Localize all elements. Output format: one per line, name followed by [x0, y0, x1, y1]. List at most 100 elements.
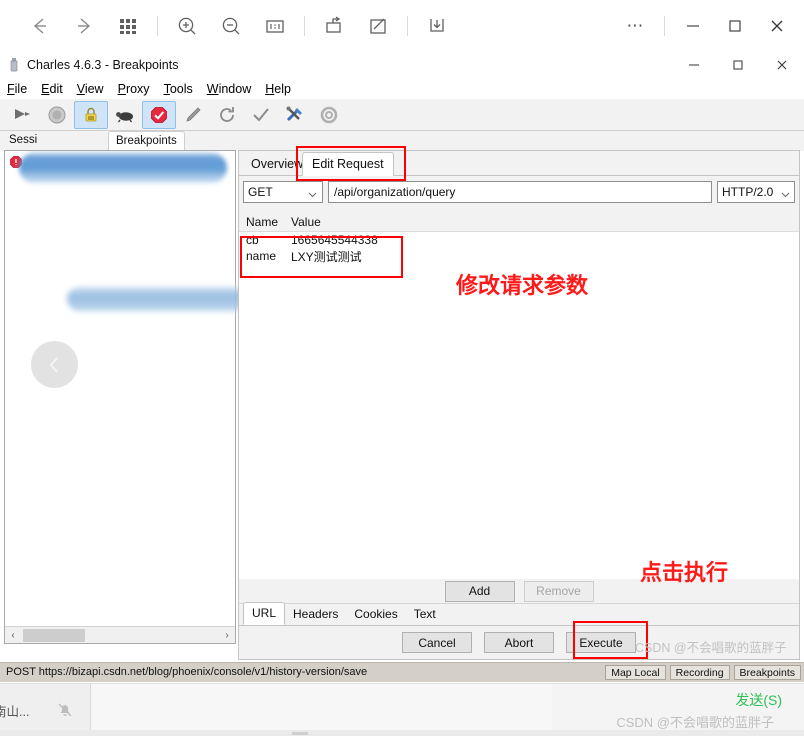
execute-button[interactable]: Execute	[566, 632, 636, 653]
menu-help[interactable]: Help	[265, 82, 291, 96]
zoom-out-icon[interactable]	[209, 8, 253, 44]
app-root: ⋯ Charles 4.6.3 - Breakpoints File Edit …	[0, 0, 804, 736]
tab-cookies[interactable]: Cookies	[346, 604, 405, 625]
forward-arrow-icon[interactable]	[62, 8, 106, 44]
breakpoint-stop-icon[interactable]	[142, 100, 176, 129]
abort-button[interactable]: Abort	[484, 632, 554, 653]
edit-icon[interactable]	[356, 8, 400, 44]
host-toolbar: ⋯	[0, 0, 804, 52]
record-icon[interactable]	[40, 101, 74, 129]
column-header-name: Name	[246, 215, 279, 229]
redacted-session-url	[19, 153, 227, 183]
menu-file-mnemonic: F	[7, 81, 15, 96]
url-input[interactable]: /api/organization/query	[328, 181, 712, 203]
grid-view-icon[interactable]	[106, 8, 150, 44]
menu-window-label: indow	[218, 81, 252, 96]
repeat-icon[interactable]	[210, 101, 244, 129]
menu-window[interactable]: Window	[207, 82, 251, 96]
host-bottom-right: 发送(S) CSDN @不会唱歌的蓝胖子	[552, 684, 804, 736]
http-version-select[interactable]: HTTP/2.0	[717, 181, 795, 203]
charles-bottle-icon	[7, 57, 21, 72]
menu-help-label: elp	[274, 81, 291, 96]
tools-icon[interactable]	[278, 101, 312, 129]
send-button[interactable]: 发送(S)	[735, 690, 782, 710]
host-toolbar-tools	[0, 8, 459, 44]
toolbar-divider-3	[407, 16, 408, 36]
table-row[interactable]: name LXY测试测试	[239, 248, 799, 264]
scroll-right-arrow[interactable]: ›	[219, 630, 235, 641]
watermark-top: CSDN @不会唱歌的蓝胖子	[635, 641, 787, 655]
menu-tools-label: ools	[169, 81, 193, 96]
host-bottom-app[interactable]: 南山...	[0, 684, 91, 736]
taskbar-indicator	[292, 732, 308, 735]
charles-close-button[interactable]	[760, 52, 804, 77]
host-maximize-button[interactable]	[714, 8, 756, 44]
tab-edit-request[interactable]: Edit Request	[302, 152, 394, 176]
list-item[interactable]	[5, 151, 235, 183]
cancel-button[interactable]: Cancel	[402, 632, 472, 653]
tab-text[interactable]: Text	[406, 604, 444, 625]
scrollbar-thumb[interactable]	[23, 628, 85, 642]
ssl-proxying-icon[interactable]	[74, 100, 108, 129]
zoom-in-icon[interactable]	[165, 8, 209, 44]
cell-value: 1665645544338	[291, 233, 378, 247]
status-breakpoints-button[interactable]: Breakpoints	[733, 665, 801, 680]
status-recording-button[interactable]: Recording	[669, 665, 730, 680]
bell-muted-icon[interactable]	[56, 701, 74, 719]
charles-window-controls	[672, 52, 804, 77]
tab-session[interactable]: Sessi	[4, 131, 42, 149]
detail-tabstrip: Overview Edit Request	[239, 151, 799, 176]
menu-proxy[interactable]: Proxy	[118, 82, 150, 96]
menubar: File Edit View Proxy Tools Window Help	[0, 79, 804, 98]
collapse-left-chevron-icon[interactable]	[31, 341, 78, 388]
fit-width-icon[interactable]	[253, 8, 297, 44]
throttle-turtle-icon[interactable]	[108, 101, 142, 129]
tab-headers[interactable]: Headers	[285, 604, 346, 625]
request-url-bar: GET /api/organization/query HTTP/2.0	[239, 176, 799, 208]
add-button[interactable]: Add	[444, 580, 515, 602]
breakpoints-list[interactable]	[5, 151, 235, 625]
method-select[interactable]: GET	[243, 181, 323, 203]
scroll-left-arrow[interactable]: ‹	[5, 630, 21, 641]
download-icon[interactable]	[415, 8, 459, 44]
host-app-name: 南山...	[0, 704, 30, 719]
scrollbar-track[interactable]	[21, 628, 219, 643]
menu-edit[interactable]: Edit	[41, 82, 63, 96]
host-minimize-button[interactable]	[672, 8, 714, 44]
toolbar-divider-2	[304, 16, 305, 36]
menu-tools[interactable]: Tools	[164, 82, 193, 96]
menu-file[interactable]: File	[7, 82, 27, 96]
tab-overview[interactable]: Overview	[245, 154, 309, 174]
list-horizontal-scrollbar[interactable]: ‹ ›	[5, 626, 235, 643]
host-taskbar-strip	[0, 730, 804, 736]
menu-window-mnemonic: W	[206, 81, 219, 96]
back-arrow-icon[interactable]	[18, 8, 62, 44]
menu-view[interactable]: View	[77, 82, 104, 96]
request-part-tabstrip: URL Headers Cookies Text	[239, 602, 799, 626]
validate-icon[interactable]	[244, 101, 278, 129]
new-window-icon[interactable]	[312, 8, 356, 44]
url-input-value: /api/organization/query	[334, 185, 456, 199]
charles-maximize-button[interactable]	[716, 52, 760, 77]
charles-window-title: Charles 4.6.3 - Breakpoints	[27, 57, 179, 72]
clear-session-icon[interactable]	[6, 101, 40, 129]
breakpoints-list-panel: ‹ ›	[4, 150, 245, 644]
status-map-local-button[interactable]: Map Local	[605, 665, 666, 680]
chevron-down-icon	[308, 187, 317, 201]
session-tabstrip: Sessi Breakpoints	[0, 131, 804, 151]
charles-minimize-button[interactable]	[672, 52, 716, 77]
tab-breakpoints[interactable]: Breakpoints	[108, 131, 185, 150]
tab-url[interactable]: URL	[243, 602, 286, 625]
menu-file-label: ile	[14, 81, 28, 96]
column-header-value: Value	[291, 215, 321, 229]
host-close-button[interactable]	[756, 8, 798, 44]
redacted-session-url-secondary	[67, 287, 245, 311]
menu-view-mnemonic: V	[76, 81, 85, 96]
more-options-icon[interactable]: ⋯	[615, 8, 657, 44]
charles-status-bar: POST https://bizapi.csdn.net/blog/phoeni…	[0, 662, 804, 682]
settings-gear-icon[interactable]	[312, 101, 346, 129]
table-row[interactable]: cb 1665645544338	[239, 232, 799, 248]
host-bottom-bar: 南山... 发送(S) CSDN @不会唱歌的蓝胖子	[0, 683, 804, 736]
compose-icon[interactable]	[176, 101, 210, 129]
host-window-controls: ⋯	[615, 8, 804, 44]
